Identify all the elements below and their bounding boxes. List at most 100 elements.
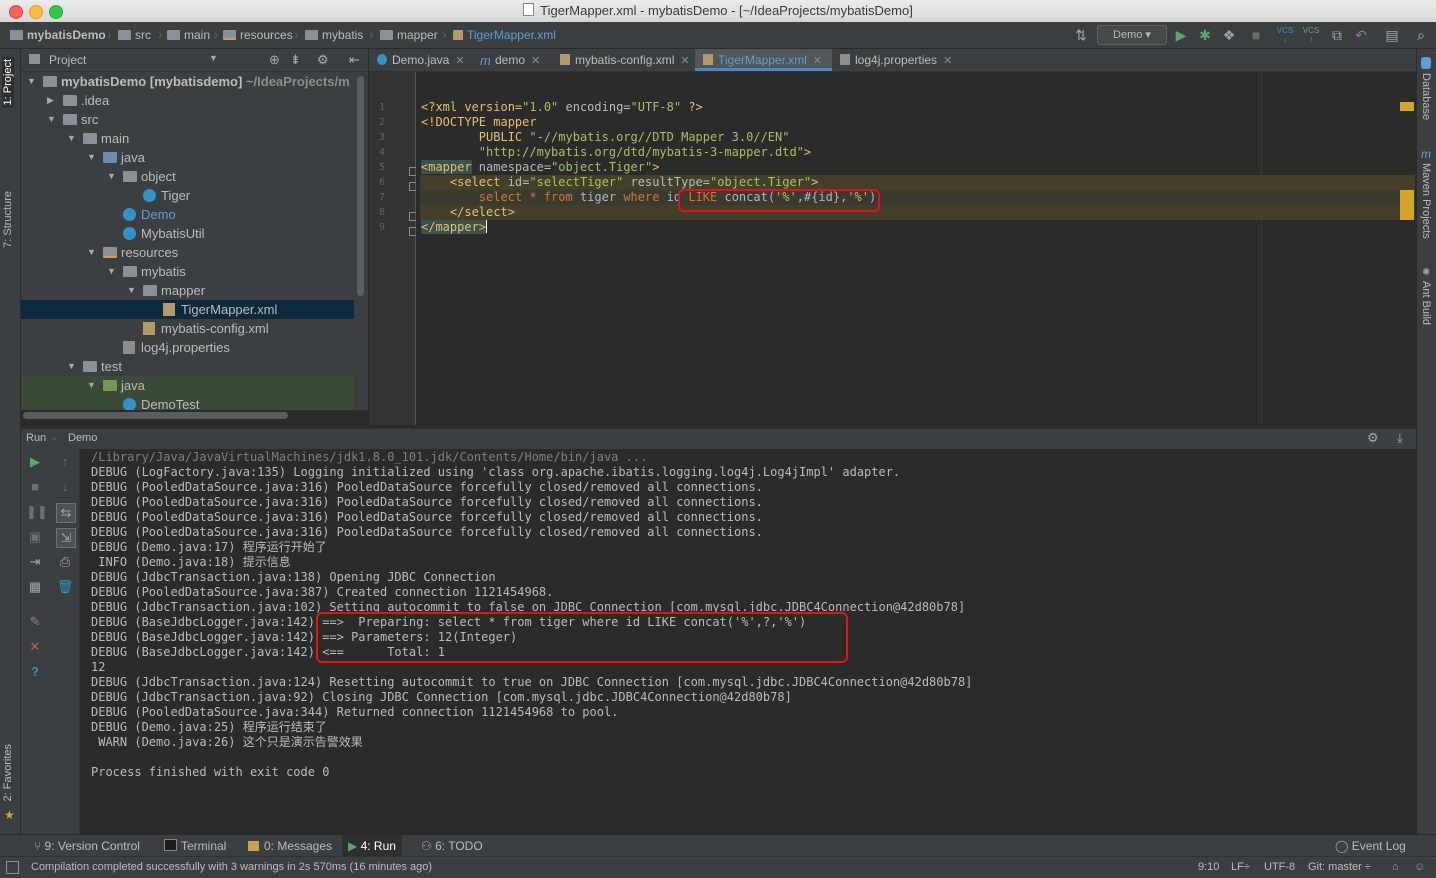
- vcs-commit-icon[interactable]: VCS ↑: [1302, 26, 1320, 44]
- version-control-tab[interactable]: ⑂ 9: Version Control: [34, 839, 140, 853]
- inspector-icon[interactable]: ☺: [1414, 861, 1425, 873]
- terminal-tab[interactable]: Terminal: [164, 839, 226, 853]
- messages-tab[interactable]: 0: Messages: [248, 839, 332, 853]
- breadcrumb-resources[interactable]: resources: [223, 28, 293, 42]
- compare-icon[interactable]: ⧉: [1328, 26, 1346, 44]
- close-tab-icon[interactable]: ✕: [813, 55, 822, 67]
- close-tab-icon[interactable]: ✕: [455, 55, 464, 67]
- editor-tab[interactable]: log4j.properties ✕: [832, 49, 952, 71]
- project-vertical-scrollbar[interactable]: [357, 76, 364, 296]
- expand-arrow-icon[interactable]: ▼: [67, 357, 77, 376]
- breadcrumb-src[interactable]: src: [118, 28, 151, 42]
- tree-item[interactable]: ▼ resources: [21, 243, 354, 262]
- todo-tab[interactable]: ⚇ 6: TODO: [421, 839, 483, 853]
- line-separator[interactable]: LF÷: [1231, 861, 1250, 873]
- status-message[interactable]: Compilation completed successfully with …: [31, 861, 432, 873]
- breadcrumb-file[interactable]: TigerMapper.xml: [453, 28, 556, 42]
- rerun-icon[interactable]: ▶: [26, 453, 44, 471]
- tree-item[interactable]: TigerMapper.xml: [21, 300, 354, 319]
- lock-icon[interactable]: ⌂: [1392, 861, 1399, 873]
- tree-item[interactable]: ▼ mybatisDemo [mybatisdemo] ~/IdeaProject…: [21, 72, 354, 91]
- ant-build-tool-tab[interactable]: Ant Build: [1420, 281, 1432, 325]
- layout-icon[interactable]: ▦: [26, 578, 44, 596]
- project-horizontal-scrollbar[interactable]: [23, 412, 288, 419]
- editor-tab[interactable]: TigerMapper.xml ✕: [695, 49, 832, 71]
- hide-panel-icon[interactable]: ⤓: [1397, 430, 1403, 446]
- print-icon[interactable]: ⎙: [56, 553, 74, 571]
- scroll-down-icon[interactable]: ↓: [56, 478, 74, 496]
- clear-all-icon[interactable]: 🗑: [56, 578, 74, 596]
- event-log-tab[interactable]: ◯ Event Log: [1335, 839, 1406, 853]
- close-tab-icon[interactable]: ✕: [531, 55, 540, 67]
- stop-icon[interactable]: ■: [1247, 26, 1265, 44]
- close-tab-icon[interactable]: ✕: [943, 55, 952, 67]
- tree-item[interactable]: log4j.properties: [21, 338, 354, 357]
- project-view-select[interactable]: Project: [49, 53, 86, 67]
- database-tool-tab[interactable]: Database: [1420, 73, 1432, 120]
- tree-item[interactable]: ▼ java: [21, 376, 354, 395]
- scroll-to-end-icon[interactable]: ⇲: [56, 528, 76, 548]
- tree-item[interactable]: mybatis-config.xml: [21, 319, 354, 338]
- git-branch[interactable]: Git: master ÷: [1308, 861, 1371, 873]
- pause-icon[interactable]: ❚❚: [26, 503, 48, 521]
- collapse-all-icon[interactable]: ⇟: [290, 52, 301, 68]
- expand-arrow-icon[interactable]: ▼: [67, 129, 77, 148]
- run-tab-demo[interactable]: Demo: [68, 432, 97, 444]
- scroll-up-icon[interactable]: ↑: [56, 453, 74, 471]
- caret-position[interactable]: 9:10: [1198, 861, 1219, 873]
- editor-tab[interactable]: m demo ✕: [472, 49, 552, 71]
- expand-arrow-icon[interactable]: ▼: [87, 376, 97, 395]
- project-structure-icon[interactable]: ▤: [1383, 26, 1401, 44]
- close-icon[interactable]: ✕: [26, 638, 44, 656]
- expand-arrow-icon[interactable]: ▼: [27, 72, 37, 91]
- dump-threads-icon[interactable]: ▣: [26, 528, 44, 546]
- debug-icon[interactable]: ✱: [1196, 26, 1214, 44]
- file-encoding[interactable]: UTF-8: [1264, 861, 1295, 873]
- tree-item[interactable]: DemoTest: [21, 395, 354, 410]
- chevron-down-icon[interactable]: ▼: [209, 53, 218, 63]
- tree-item[interactable]: MybatisUtil: [21, 224, 354, 243]
- expand-arrow-icon[interactable]: ▼: [87, 243, 97, 262]
- coverage-icon[interactable]: ❖: [1220, 26, 1238, 44]
- favorites-tool-tab[interactable]: 2: Favorites: [2, 744, 14, 801]
- expand-arrow-icon[interactable]: ▼: [107, 167, 117, 186]
- help-icon[interactable]: ?: [26, 663, 44, 681]
- tree-item[interactable]: ▶ .idea: [21, 91, 354, 110]
- scroll-from-source-icon[interactable]: ⊕: [269, 52, 280, 68]
- vcs-update-icon[interactable]: VCS ↓: [1276, 26, 1294, 44]
- project-tool-tab[interactable]: 1: Project: [2, 57, 14, 108]
- tree-item[interactable]: ▼ object: [21, 167, 354, 186]
- tree-item[interactable]: ▼ mapper: [21, 281, 354, 300]
- expand-arrow-icon[interactable]: ▼: [107, 262, 117, 281]
- tree-item[interactable]: ▼ test: [21, 357, 354, 376]
- run-configuration-select[interactable]: Demo ▾: [1097, 25, 1167, 45]
- tree-item[interactable]: ▼ src: [21, 110, 354, 129]
- tree-item[interactable]: ▼ main: [21, 129, 354, 148]
- tree-item[interactable]: Tiger: [21, 186, 354, 205]
- gear-icon[interactable]: ⚙: [1367, 430, 1379, 446]
- editor-tab[interactable]: mybatis-config.xml ✕: [552, 49, 695, 71]
- breadcrumb-project[interactable]: mybatisDemo: [10, 28, 106, 42]
- gear-icon[interactable]: ⚙: [317, 52, 329, 68]
- collapse-arrow-icon[interactable]: ▶: [47, 91, 57, 110]
- run-tab[interactable]: ▶ 4: Run: [342, 835, 402, 857]
- structure-tool-tab[interactable]: 7: Structure: [2, 191, 14, 248]
- exit-icon[interactable]: ⇥: [26, 553, 44, 571]
- expand-arrow-icon[interactable]: ▼: [127, 281, 137, 300]
- pin-icon[interactable]: ✎: [26, 613, 44, 631]
- soft-wrap-icon[interactable]: ⇆: [56, 503, 76, 523]
- build-project-icon[interactable]: ⇅: [1072, 26, 1090, 44]
- revert-icon[interactable]: ↶: [1352, 26, 1370, 44]
- stop-icon[interactable]: ■: [26, 478, 44, 496]
- breadcrumb-mybatis[interactable]: mybatis: [305, 28, 363, 42]
- tree-item[interactable]: Demo: [21, 205, 354, 224]
- maven-tool-tab[interactable]: Maven Projects: [1420, 163, 1432, 239]
- tree-item[interactable]: ▼ java: [21, 148, 354, 167]
- tree-item[interactable]: ▼ mybatis: [21, 262, 354, 281]
- breadcrumb-mapper[interactable]: mapper: [380, 28, 438, 42]
- editor-tab[interactable]: Demo.java ✕: [369, 49, 472, 71]
- run-icon[interactable]: ▶: [1172, 26, 1190, 44]
- breadcrumb-main[interactable]: main: [167, 28, 210, 42]
- search-everywhere-icon[interactable]: ⌕: [1412, 26, 1430, 44]
- tool-windows-icon[interactable]: [6, 861, 19, 874]
